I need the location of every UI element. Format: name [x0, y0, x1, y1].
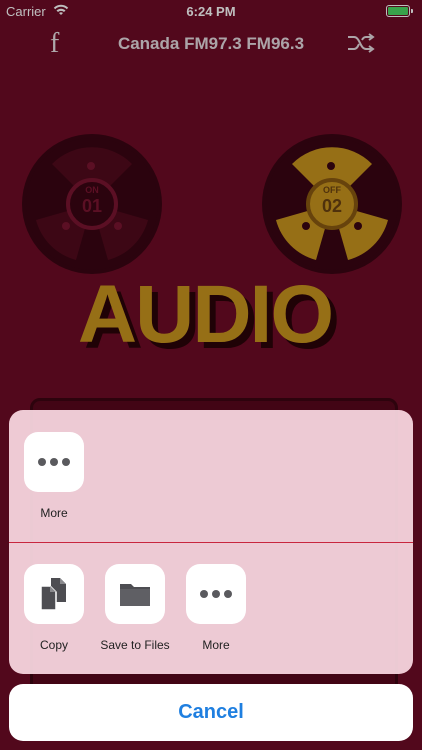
copy-button[interactable]	[24, 564, 84, 624]
copy-icon	[40, 578, 66, 611]
share-more-button[interactable]	[24, 432, 84, 492]
more-icon	[200, 590, 232, 598]
more-icon	[38, 458, 70, 466]
more-actions-label: More	[202, 638, 230, 652]
share-more-label: More	[40, 506, 68, 520]
folder-icon	[120, 584, 150, 606]
cancel-button[interactable]: Cancel	[9, 684, 413, 741]
more-actions-button[interactable]	[186, 564, 246, 624]
screen: Carrier 6:24 PM f Canada FM97.3 FM96.3 O…	[0, 0, 422, 750]
sheet-divider	[9, 542, 413, 543]
save-to-files-button[interactable]	[105, 564, 165, 624]
share-sheet: More Copy Save to Files More	[9, 410, 413, 674]
